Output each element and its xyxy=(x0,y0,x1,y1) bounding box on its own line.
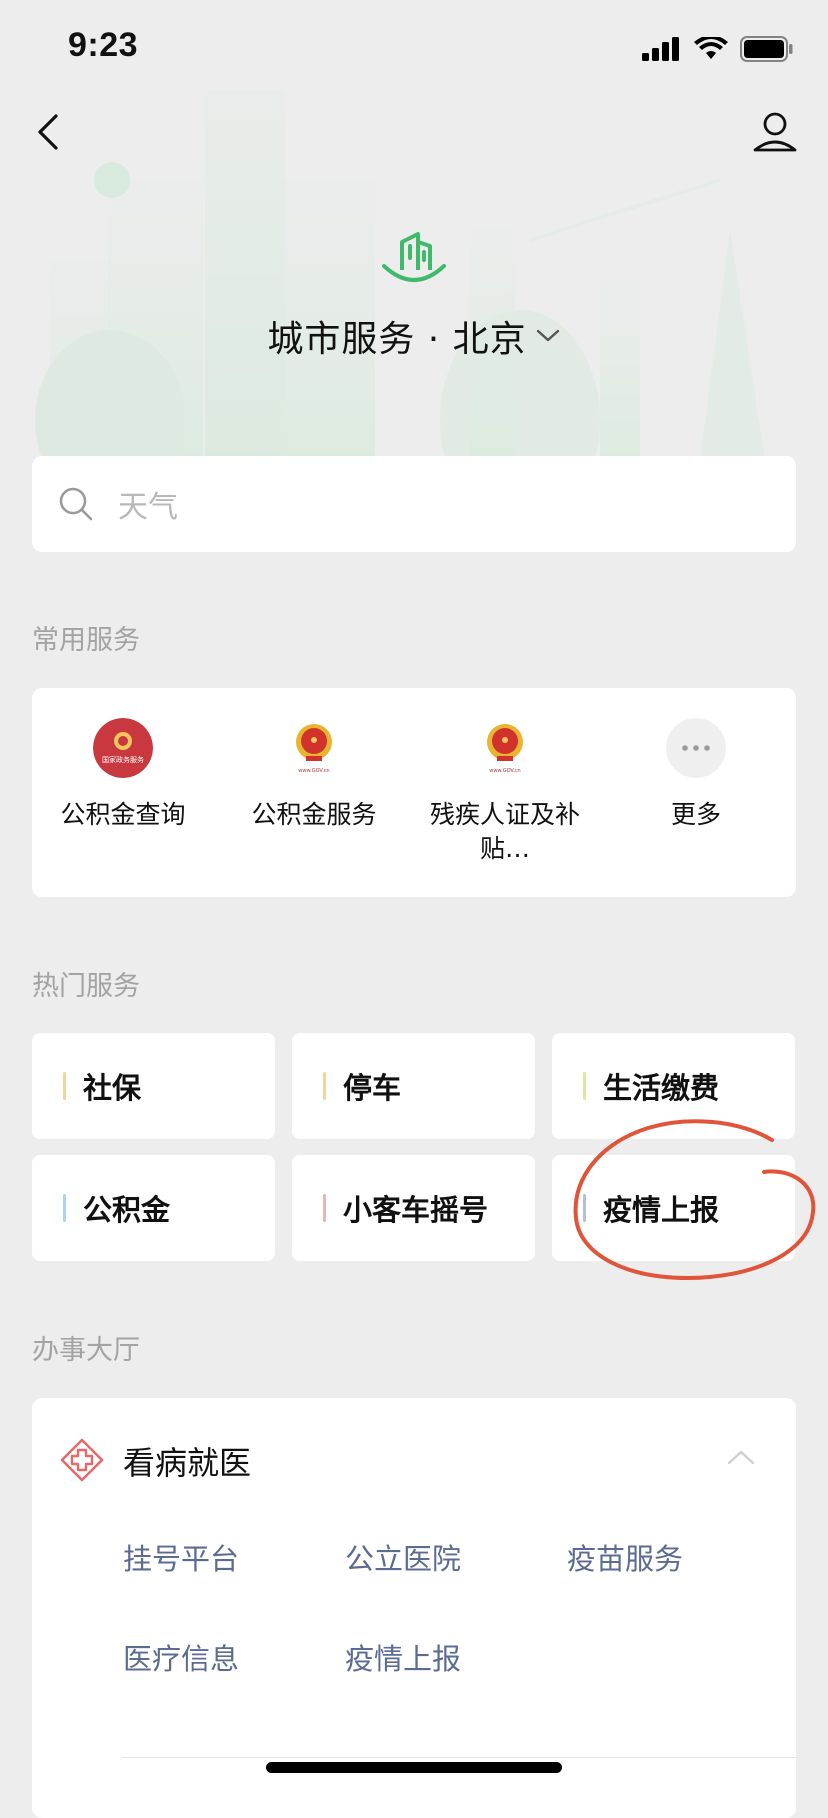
hot-service-tile[interactable]: 停车 xyxy=(292,1033,535,1139)
svg-text:www.GOV.cn: www.GOV.cn xyxy=(489,768,520,774)
svg-text:国家政务服务: 国家政务服务 xyxy=(102,755,144,764)
status-icons xyxy=(642,36,794,62)
hall-link[interactable]: 疫情上报 xyxy=(345,1636,461,1678)
national-gov-service-badge-icon: 国家政务服务 xyxy=(93,718,153,778)
accent-bar xyxy=(63,1194,66,1222)
hot-service-tile[interactable]: 社保 xyxy=(32,1033,275,1139)
hot-service-tile[interactable]: 公积金 xyxy=(32,1155,275,1261)
cellular-signal-icon xyxy=(642,37,679,61)
svg-text:www.GOV.cn: www.GOV.cn xyxy=(298,768,329,774)
section-title-common: 常用服务 xyxy=(32,625,140,656)
hot-service-label: 生活缴费 xyxy=(603,1071,720,1105)
section-title-hot: 热门服务 xyxy=(32,971,140,1002)
section-title-hall: 办事大厅 xyxy=(32,1335,140,1366)
accent-bar xyxy=(63,1072,66,1100)
more-dots-icon xyxy=(666,718,726,778)
hot-service-tile[interactable]: 小客车摇号 xyxy=(292,1155,535,1261)
hot-service-label: 社保 xyxy=(83,1071,142,1105)
national-emblem-icon: www.GOV.cn xyxy=(296,724,332,774)
accent-bar xyxy=(323,1194,326,1222)
hot-service-label: 公积金 xyxy=(83,1193,171,1227)
city-selector[interactable]: 城市服务 · 北京 xyxy=(0,310,828,362)
medical-cross-icon xyxy=(60,1438,104,1482)
accent-bar xyxy=(583,1072,586,1100)
hall-link[interactable]: 疫苗服务 xyxy=(567,1536,683,1578)
annotation-circle xyxy=(573,1119,816,1281)
chevron-down-icon xyxy=(536,329,559,342)
common-service-label: 残疾人证及补贴… xyxy=(429,800,580,863)
profile-button[interactable] xyxy=(750,108,800,156)
common-service-item[interactable]: www.GOV.cn 残疾人证及补贴… xyxy=(415,718,595,866)
hall-link[interactable]: 医疗信息 xyxy=(123,1636,239,1678)
chevron-up-icon[interactable] xyxy=(726,1448,756,1466)
common-service-item[interactable]: 国家政务服务 公积金查询 xyxy=(33,718,213,832)
common-service-label: 公积金服务 xyxy=(251,800,377,829)
search-icon xyxy=(59,487,93,521)
hall-link[interactable]: 公立医院 xyxy=(345,1536,461,1578)
status-time: 9:23 xyxy=(68,26,139,64)
city-service-logo-icon xyxy=(382,232,446,282)
page-title: 城市服务 · 北京 xyxy=(267,319,527,360)
back-button[interactable] xyxy=(28,108,68,156)
hall-link[interactable]: 挂号平台 xyxy=(123,1536,239,1578)
common-service-item[interactable]: www.GOV.cn 公积金服务 xyxy=(224,718,404,832)
common-services-card: 国家政务服务 公积金查询 www.GOV.cn 公积金服务 www.GOV.cn… xyxy=(32,688,796,897)
common-service-label: 更多 xyxy=(670,800,721,829)
accent-bar xyxy=(323,1072,326,1100)
person-icon xyxy=(753,112,797,152)
search-input[interactable]: 天气 xyxy=(32,456,796,552)
divider xyxy=(122,1757,796,1758)
wifi-icon xyxy=(694,37,728,59)
office-hall-card: 看病就医 挂号平台 公立医院 疫苗服务 医疗信息 疫情上报 xyxy=(32,1398,796,1818)
battery-icon xyxy=(740,36,793,62)
search-placeholder: 天气 xyxy=(118,490,178,525)
hot-service-label: 小客车摇号 xyxy=(343,1193,489,1227)
category-title[interactable]: 看病就医 xyxy=(123,1438,251,1484)
chevron-left-icon xyxy=(38,114,58,150)
home-indicator[interactable] xyxy=(266,1762,562,1773)
common-service-more[interactable]: 更多 xyxy=(606,718,786,832)
common-service-label: 公积金查询 xyxy=(60,800,186,829)
hot-service-label: 停车 xyxy=(343,1071,402,1105)
national-emblem-icon: www.GOV.cn xyxy=(487,724,523,774)
